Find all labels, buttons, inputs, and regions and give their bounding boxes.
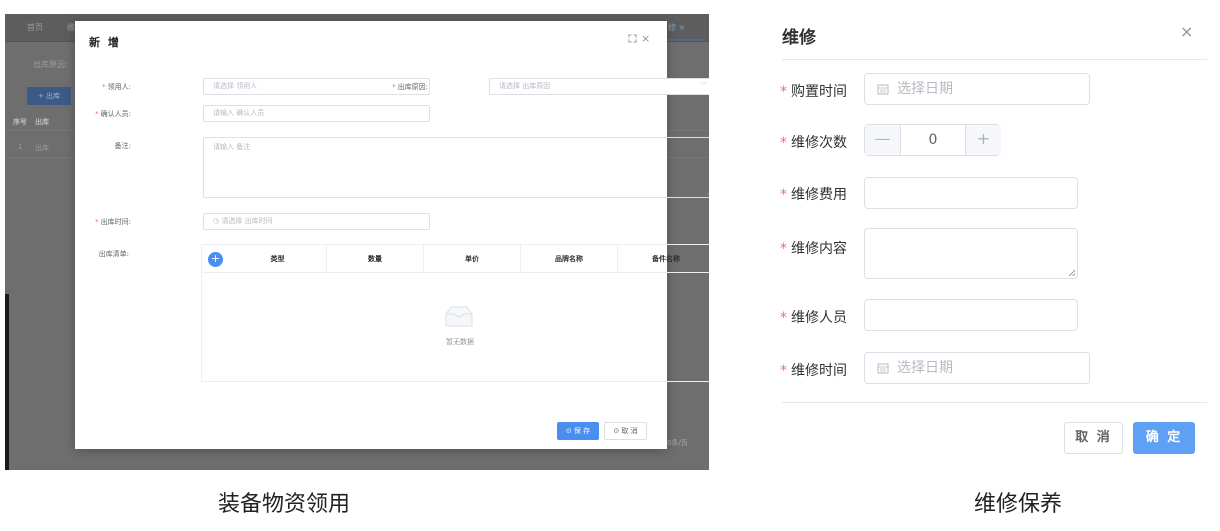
decrement-button[interactable]: — [865,125,901,155]
header-divider [782,59,1207,60]
outbound-time-picker[interactable]: ◷ 请选择 出库时间 [203,213,430,230]
save-button[interactable]: ⊙ 保 存 [557,422,599,440]
calendar-icon [877,84,889,95]
empty-state-text: 暂无数据 [446,338,474,346]
repair-count-value[interactable]: 0 [901,125,965,155]
background-pager[interactable]: 0条/页 [667,438,688,448]
comparison-figure: 首页 维 修 × 出库原因: + 出库 序号 出库 1 出库 0条/页 新 增 … [0,0,1220,531]
background-column-header: 出库 [35,118,49,126]
window-edge [5,294,9,470]
table-header: + 类型 数量 单价 品牌名称 备件名称 [202,245,709,273]
add-row-button[interactable]: + [208,252,223,267]
reason-select[interactable]: 请选择 出库原因 ﹀ [489,78,709,95]
background-row-cell: 出库 [35,144,49,152]
remark-label: 备注: [114,142,131,150]
confirm-button[interactable]: 确 定 [1133,422,1195,454]
background-tab-active[interactable]: 修 × [668,22,685,33]
cancel-button[interactable]: ⊙ 取 消 [604,422,647,440]
dialog-title: 维修 [782,28,816,48]
background-row-index: 1 [18,143,23,151]
add-outbound-modal: 新 增 × * 领用人: 请选择 领用人 ﹀ * 出库原因: 请选择 出库原因 ﹀ … [75,21,709,449]
repair-cost-input[interactable] [864,177,1078,209]
repair-cost-label: * 维修费用 [780,187,847,203]
column-header-brand: 品牌名称 [520,245,617,273]
fullscreen-icon[interactable] [628,34,637,43]
receiver-label: * 领用人: [102,83,131,91]
resize-handle-icon[interactable] [1068,269,1075,276]
resize-handle-icon[interactable] [706,189,709,195]
column-header-part-name: 备件名称 [617,245,709,273]
purchase-time-label: * 购置时间 [780,84,847,100]
repair-time-picker[interactable]: 选择日期 [864,352,1090,384]
outbound-list-label: 出库清单: [98,250,129,258]
background-outbound-button[interactable]: + 出库 [27,87,71,105]
background-column-header: 序号 [13,118,27,126]
reason-label: * 出库原因: [392,83,428,91]
outbound-time-label: * 出库时间: [95,218,131,226]
close-icon[interactable]: × [1180,22,1193,41]
repair-time-label: * 维修时间 [780,363,847,379]
repair-count-label: * 维修次数 [780,135,847,151]
modal-title: 新 增 [89,36,121,49]
repair-content-textarea[interactable] [864,228,1078,279]
equipment-outbound-screenshot: 首页 维 修 × 出库原因: + 出库 序号 出库 1 出库 0条/页 新 增 … [5,14,709,470]
repair-content-label: * 维修内容 [780,241,847,257]
confirmer-label: * 确认人员: [95,110,131,118]
caption-equipment-issue: 装备物资领用 [218,492,351,517]
column-header-price: 单价 [423,245,520,273]
close-icon[interactable]: × [641,32,650,45]
column-header-quantity: 数量 [326,245,423,273]
chevron-down-icon: ﹀ [700,82,707,90]
empty-box-icon [445,306,473,327]
calendar-icon [877,363,889,374]
footer-divider [782,402,1207,403]
caption-maintenance: 维修保养 [974,492,1063,517]
increment-button[interactable]: + [965,125,1001,155]
background-filter-label: 出库原因: [33,60,68,69]
column-header-type: 类型 [270,255,285,263]
remark-textarea[interactable]: 请输入 备注 [203,137,709,198]
purchase-time-picker[interactable]: 选择日期 [864,73,1090,105]
background-tab[interactable]: 维 [67,22,75,33]
outbound-items-table: + 类型 数量 单价 品牌名称 备件名称 暂无数据 [201,244,709,382]
repair-staff-label: * 维修人员 [780,310,847,326]
repair-staff-input[interactable] [864,299,1078,331]
background-tab-home[interactable]: 首页 [27,22,43,33]
confirmer-input[interactable]: 请输入 确认人员 [203,105,430,122]
cancel-button[interactable]: 取 消 [1064,422,1123,454]
repair-count-stepper[interactable]: — 0 + [864,124,1001,156]
